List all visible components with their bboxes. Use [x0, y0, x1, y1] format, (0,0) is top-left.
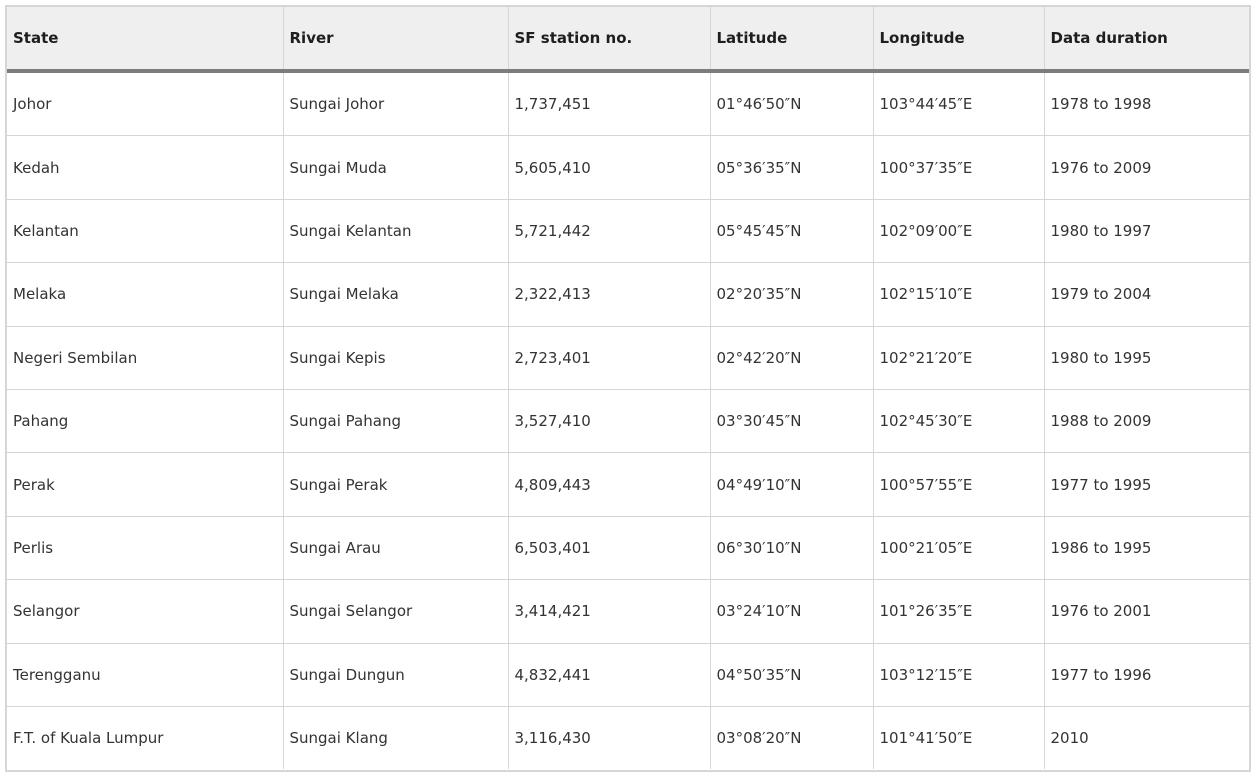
column-header-station-no: SF station no.: [508, 7, 711, 73]
cell-station-no: 3,414,421: [508, 579, 711, 644]
cell-latitude: 05°45′45″N: [710, 199, 874, 264]
table-row: F.T. of Kuala Lumpur Sungai Klang 3,116,…: [7, 706, 1249, 770]
cell-longitude: 101°26′35″E: [873, 579, 1045, 644]
column-header-data-duration: Data duration: [1044, 7, 1249, 73]
cell-data-duration: 1977 to 1995: [1044, 452, 1249, 517]
cell-river: Sungai Muda: [283, 135, 509, 200]
table-row: Johor Sungai Johor 1,737,451 01°46′50″N …: [7, 71, 1249, 137]
cell-state: Pahang: [7, 389, 284, 454]
cell-river: Sungai Selangor: [283, 579, 509, 644]
table-row: Pahang Sungai Pahang 3,527,410 03°30′45″…: [7, 389, 1249, 454]
cell-data-duration: 1988 to 2009: [1044, 389, 1249, 454]
river-stations-table: State River SF station no. Latitude Long…: [7, 7, 1249, 770]
cell-data-duration: 1977 to 1996: [1044, 643, 1249, 707]
table-body: Johor Sungai Johor 1,737,451 01°46′50″N …: [7, 71, 1249, 770]
column-header-latitude: Latitude: [710, 7, 874, 73]
cell-longitude: 100°37′35″E: [873, 135, 1045, 200]
cell-state: Terengganu: [7, 643, 284, 707]
cell-river: Sungai Kelantan: [283, 199, 509, 264]
cell-station-no: 2,322,413: [508, 262, 711, 327]
cell-data-duration: 1976 to 2001: [1044, 579, 1249, 644]
cell-latitude: 04°49′10″N: [710, 452, 874, 517]
cell-state: Selangor: [7, 579, 284, 644]
cell-river: Sungai Pahang: [283, 389, 509, 454]
cell-data-duration: 1980 to 1997: [1044, 199, 1249, 264]
cell-river: Sungai Dungun: [283, 643, 509, 707]
table-row: Terengganu Sungai Dungun 4,832,441 04°50…: [7, 643, 1249, 707]
cell-latitude: 03°24′10″N: [710, 579, 874, 644]
table-row: Kedah Sungai Muda 5,605,410 05°36′35″N 1…: [7, 135, 1249, 200]
cell-river: Sungai Melaka: [283, 262, 509, 327]
cell-latitude: 05°36′35″N: [710, 135, 874, 200]
cell-station-no: 6,503,401: [508, 516, 711, 581]
cell-station-no: 4,832,441: [508, 643, 711, 707]
cell-latitude: 03°30′45″N: [710, 389, 874, 454]
cell-river: Sungai Kepis: [283, 326, 509, 390]
cell-latitude: 03°08′20″N: [710, 706, 874, 770]
cell-longitude: 102°21′20″E: [873, 326, 1045, 390]
cell-state: Johor: [7, 71, 284, 137]
cell-data-duration: 1986 to 1995: [1044, 516, 1249, 581]
cell-station-no: 1,737,451: [508, 71, 711, 137]
cell-data-duration: 2010: [1050, 729, 1089, 748]
cell-station-no: 2,723,401: [508, 326, 711, 390]
cell-station-no: 4,809,443: [508, 452, 711, 517]
data-table-container: State River SF station no. Latitude Long…: [5, 5, 1251, 772]
cell-longitude: 100°21′05″E: [873, 516, 1045, 581]
column-header-state: State: [7, 7, 284, 73]
cell-state: Negeri Sembilan: [7, 326, 284, 390]
table-row: Negeri Sembilan Sungai Kepis 2,723,401 0…: [7, 326, 1249, 390]
column-header-river: River: [283, 7, 509, 73]
table-row: Kelantan Sungai Kelantan 5,721,442 05°45…: [7, 199, 1249, 264]
cell-data-duration: 1979 to 2004: [1044, 262, 1249, 327]
cell-river: Sungai Klang: [283, 706, 509, 770]
cell-data-duration: 1978 to 1998: [1044, 71, 1249, 137]
header-row: State River SF station no. Latitude Long…: [7, 7, 1249, 73]
cell-data-duration: 1976 to 2009: [1044, 135, 1249, 200]
cell-longitude: 102°15′10″E: [873, 262, 1045, 327]
cell-longitude: 102°09′00″E: [873, 199, 1045, 264]
cell-station-no: 3,527,410: [508, 389, 711, 454]
cell-longitude: 102°45′30″E: [873, 389, 1045, 454]
cell-state: F.T. of Kuala Lumpur: [7, 706, 284, 770]
cell-latitude: 06°30′10″N: [710, 516, 874, 581]
cell-longitude: 101°41′50″E: [873, 706, 1045, 770]
cell-river: Sungai Johor: [283, 71, 509, 137]
cell-longitude: 103°44′45″E: [873, 71, 1045, 137]
cell-latitude: 02°42′20″N: [710, 326, 874, 390]
cell-state: Kelantan: [7, 199, 284, 264]
cell-river: Sungai Perak: [283, 452, 509, 517]
table-row: Perak Sungai Perak 4,809,443 04°49′10″N …: [7, 452, 1249, 517]
cell-station-no: 3,116,430: [508, 706, 711, 770]
cell-latitude: 04°50′35″N: [710, 643, 874, 707]
cell-state: Kedah: [7, 135, 284, 200]
table-row: Melaka Sungai Melaka 2,322,413 02°20′35″…: [7, 262, 1249, 327]
table-row: Perlis Sungai Arau 6,503,401 06°30′10″N …: [7, 516, 1249, 581]
cell-latitude: 02°20′35″N: [710, 262, 874, 327]
cell-state: Perlis: [7, 516, 284, 581]
cell-data-duration: 1980 to 1995: [1044, 326, 1249, 390]
cell-state: Perak: [7, 452, 284, 517]
cell-state: Melaka: [7, 262, 284, 327]
table-header: State River SF station no. Latitude Long…: [7, 7, 1249, 73]
cell-latitude: 01°46′50″N: [710, 71, 874, 137]
cell-longitude: 103°12′15″E: [873, 643, 1045, 707]
column-header-longitude: Longitude: [873, 7, 1045, 73]
cell-station-no: 5,721,442: [508, 199, 711, 264]
cell-station-no: 5,605,410: [508, 135, 711, 200]
table-row: Selangor Sungai Selangor 3,414,421 03°24…: [7, 579, 1249, 644]
cell-longitude: 100°57′55″E: [873, 452, 1045, 517]
cell-river: Sungai Arau: [283, 516, 509, 581]
